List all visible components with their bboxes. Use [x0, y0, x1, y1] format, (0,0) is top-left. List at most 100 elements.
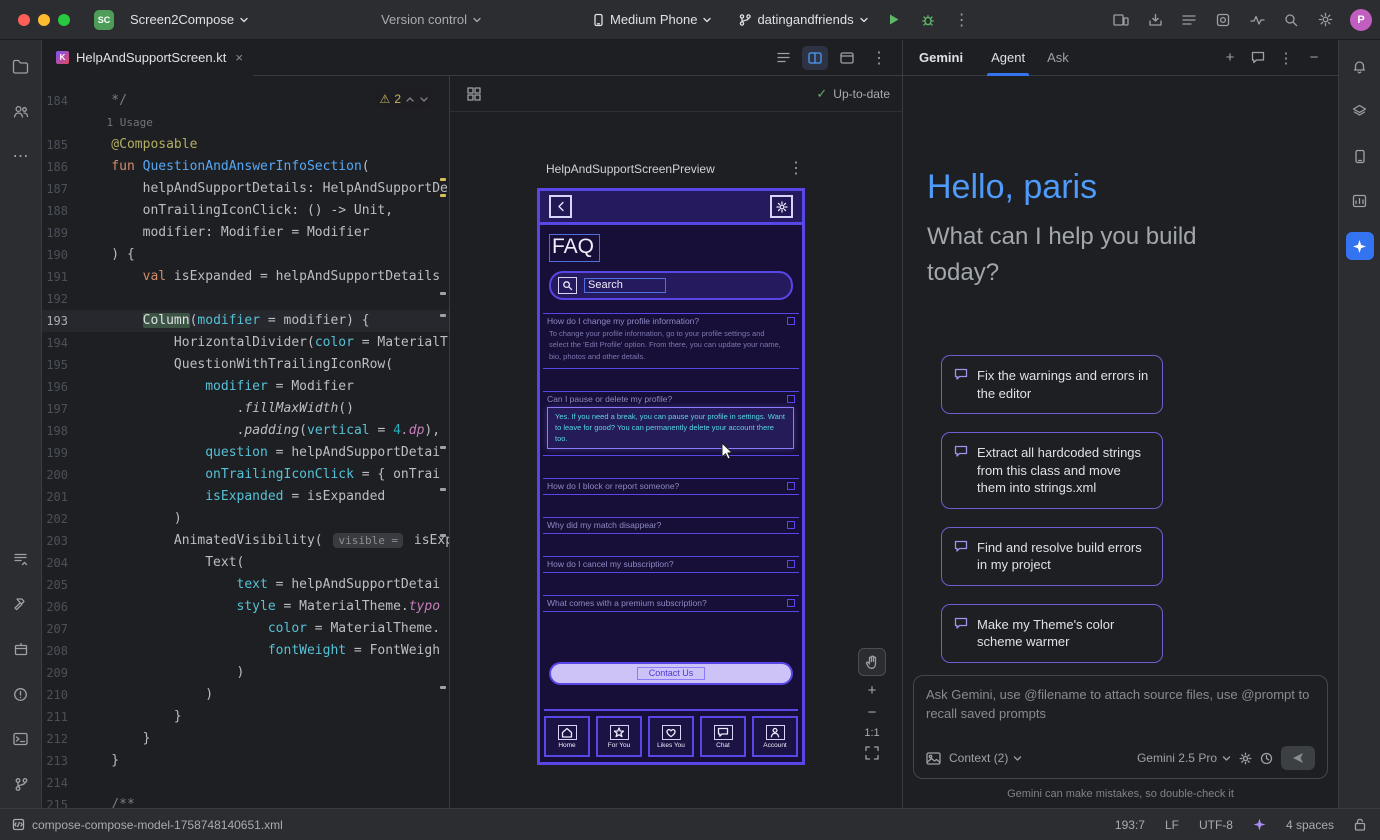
problems-tool-button[interactable] [7, 680, 35, 708]
app-quality-insights-button[interactable] [1346, 187, 1374, 215]
bottom-nav-item[interactable]: Chat [700, 716, 746, 757]
people-icon [13, 104, 29, 119]
gradle-tool-button[interactable] [1346, 97, 1374, 125]
prompt-input[interactable]: Ask Gemini, use @filename to attach sour… [913, 675, 1328, 779]
expand-toggle-icon[interactable] [787, 395, 795, 403]
resource-manager-tool-button[interactable] [7, 97, 35, 125]
minimize-window-button[interactable] [38, 14, 50, 26]
app-icon: SC [94, 10, 114, 30]
zoom-out-button[interactable]: − [868, 705, 877, 720]
hide-panel-button[interactable]: − [1302, 46, 1326, 70]
more-run-actions-button[interactable]: ⋮ [947, 6, 977, 34]
running-devices-button[interactable] [1346, 142, 1374, 170]
inspections-widget[interactable]: ⚠2 [376, 90, 433, 108]
tab-agent[interactable]: Agent [991, 40, 1025, 76]
app-inspection-button[interactable] [1208, 6, 1238, 34]
gemini-tool-button[interactable] [1346, 232, 1374, 260]
project-menu[interactable]: Screen2Compose [124, 8, 255, 31]
error-stripe[interactable] [439, 76, 447, 808]
send-button[interactable] [1281, 746, 1315, 770]
search-field[interactable]: Search [549, 271, 793, 300]
model-selector[interactable]: Gemini 2.5 Pro [1137, 751, 1231, 765]
fullscreen-window-button[interactable] [58, 14, 70, 26]
file-lock-button[interactable] [1354, 818, 1366, 831]
contact-us-button[interactable]: Contact Us [549, 662, 793, 685]
bottom-nav-item[interactable]: Likes You [648, 716, 694, 757]
indent-setting[interactable]: 4 spaces [1286, 818, 1334, 832]
zoom-to-fit-button[interactable] [865, 746, 879, 760]
preview-options-button[interactable]: ⋮ [786, 158, 806, 178]
bottom-nav-item[interactable]: For You [596, 716, 642, 757]
profiler-button[interactable] [1242, 6, 1272, 34]
device-mirroring-button[interactable] [1106, 6, 1136, 34]
version-control-tool-button[interactable] [7, 770, 35, 798]
run-button[interactable] [879, 6, 909, 34]
vcs-menu[interactable]: Version control [375, 8, 488, 31]
gemini-suggestion-card[interactable]: Extract all hardcoded strings from this … [941, 432, 1163, 509]
context-selector[interactable]: Context (2) [949, 751, 1022, 765]
debug-button[interactable] [913, 6, 943, 34]
close-window-button[interactable] [18, 14, 30, 26]
build-tool-button[interactable] [7, 590, 35, 618]
ai-status-button[interactable] [1253, 818, 1266, 831]
chat-history-button[interactable] [1246, 46, 1270, 70]
expand-toggle-icon[interactable] [787, 317, 795, 325]
faq-question: How do I block or report someone? [547, 481, 679, 491]
new-chat-button[interactable]: + [1218, 46, 1242, 70]
bottom-nav-item[interactable]: Home [544, 716, 590, 757]
gemini-options-button[interactable]: ⋮ [1274, 46, 1298, 70]
editor-tab[interactable]: K HelpAndSupportScreen.kt × [42, 40, 253, 76]
faq-item[interactable]: What comes with a premium subscription? [543, 595, 799, 612]
attach-image-button[interactable] [926, 752, 941, 765]
tab-ask[interactable]: Ask [1047, 40, 1069, 76]
settings-button[interactable] [1310, 6, 1340, 34]
gemini-suggestion-card[interactable]: Fix the warnings and errors in the edito… [941, 355, 1163, 414]
expand-toggle-icon[interactable] [787, 521, 795, 529]
search-everywhere-button[interactable] [1276, 6, 1306, 34]
prompt-history-button[interactable] [1260, 752, 1273, 765]
faq-item[interactable]: Why did my match disappear? [543, 517, 799, 534]
file-encoding[interactable]: UTF-8 [1199, 818, 1233, 832]
project-tool-button[interactable] [7, 52, 35, 80]
code-view-button[interactable] [770, 46, 796, 70]
pan-tool-button[interactable] [858, 648, 886, 676]
expand-toggle-icon[interactable] [787, 599, 795, 607]
logcat-tool-button[interactable] [7, 545, 35, 573]
expand-toggle-icon[interactable] [787, 560, 795, 568]
faq-item[interactable]: Can I pause or delete my profile?Yes. If… [543, 391, 799, 456]
ui-check-mode-button[interactable] [462, 82, 486, 106]
editor-options-button[interactable]: ⋮ [866, 46, 892, 70]
close-tab-icon[interactable]: × [235, 50, 243, 65]
preview-canvas[interactable]: HelpAndSupportScreenPreview ⋮ [450, 112, 902, 808]
terminal-tool-button[interactable] [7, 725, 35, 753]
phone-preview[interactable]: FAQ Search How do I change my profile in… [537, 188, 805, 765]
sdk-manager-button[interactable] [1140, 6, 1170, 34]
faq-item[interactable]: How do I change my profile information?T… [543, 313, 799, 369]
gemini-suggestion-card[interactable]: Make my Theme's color scheme warmer [941, 604, 1163, 663]
device-explorer-tool-button[interactable] [7, 635, 35, 663]
next-warning-icon[interactable] [419, 95, 429, 104]
run-configuration[interactable]: datingandfriends [732, 8, 874, 31]
expand-toggle-icon[interactable] [787, 482, 795, 490]
notifications-button[interactable] [1346, 52, 1374, 80]
caret-position[interactable]: 193:7 [1115, 818, 1145, 832]
gemini-suggestion-card[interactable]: Find and resolve build errors in my proj… [941, 527, 1163, 586]
faq-item[interactable]: How do I block or report someone? [543, 478, 799, 495]
bottom-nav-item[interactable]: Account [752, 716, 798, 757]
more-tool-windows-button[interactable]: ⋯ [7, 142, 35, 170]
code-editor[interactable]: 184 */ 1 Usage185 @Composable186 fun Que… [42, 76, 450, 808]
design-view-button[interactable] [834, 46, 860, 70]
prev-warning-icon[interactable] [405, 95, 415, 104]
zoom-in-button[interactable]: + [868, 683, 877, 698]
back-button[interactable] [549, 195, 572, 218]
faq-item[interactable]: How do I cancel my subscription? [543, 556, 799, 573]
status-file-path[interactable]: compose-compose-model-1758748140651.xml [32, 818, 283, 832]
line-separator[interactable]: LF [1165, 818, 1179, 832]
prompt-settings-button[interactable] [1239, 752, 1252, 765]
logcat-button[interactable] [1174, 6, 1204, 34]
zoom-ratio-button[interactable]: 1:1 [864, 727, 879, 739]
user-avatar[interactable]: P [1350, 9, 1372, 31]
settings-button[interactable] [770, 195, 793, 218]
device-selector[interactable]: Medium Phone [586, 8, 718, 31]
split-view-button[interactable] [802, 46, 828, 70]
